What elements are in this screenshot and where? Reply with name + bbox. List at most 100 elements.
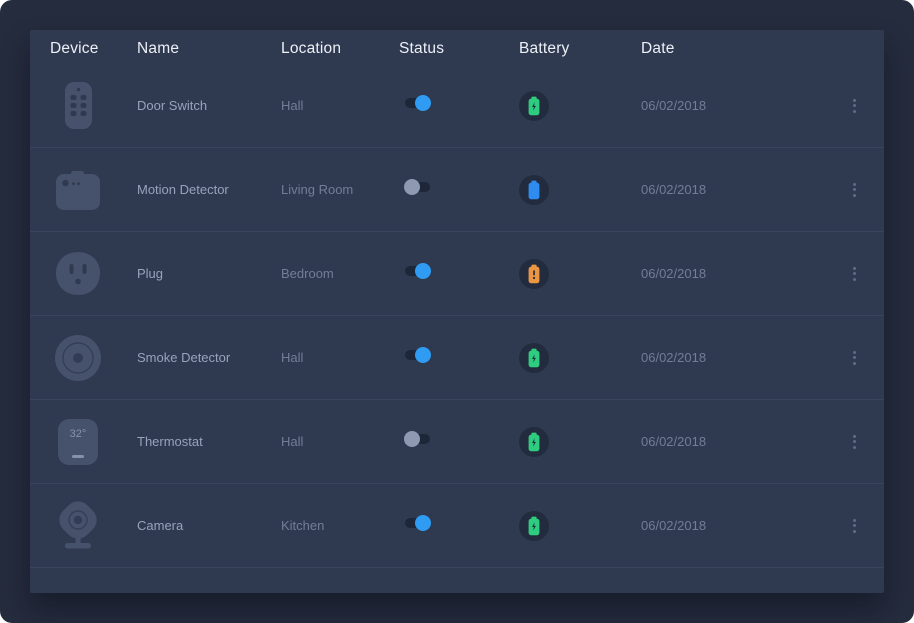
kebab-dot [853, 530, 856, 533]
table-row: Smoke Detector Hall 06/02/2018 [30, 316, 884, 400]
device-cell: 32° [50, 413, 137, 471]
battery-cell [519, 259, 641, 289]
battery-indicator [519, 511, 549, 541]
row-menu-button[interactable] [844, 430, 864, 454]
device-name: Camera [137, 518, 281, 533]
battery-cell [519, 343, 641, 373]
device-location: Bedroom [281, 266, 399, 281]
status-toggle[interactable] [404, 347, 431, 363]
kebab-dot [853, 194, 856, 197]
kebab-dot [853, 446, 856, 449]
battery-icon [527, 264, 541, 284]
battery-indicator [519, 259, 549, 289]
row-menu-button[interactable] [844, 346, 864, 370]
device-cell [50, 329, 137, 387]
status-toggle[interactable] [404, 431, 431, 447]
status-toggle[interactable] [404, 95, 431, 111]
device-location: Living Room [281, 182, 399, 197]
battery-indicator [519, 175, 549, 205]
kebab-dot [853, 267, 856, 270]
kebab-dot [853, 435, 856, 438]
table-row: 32° Thermostat Hall 06/02/2018 [30, 400, 884, 484]
kebab-dot [853, 440, 856, 443]
battery-cell [519, 511, 641, 541]
column-header-device: Device [50, 40, 137, 58]
status-toggle[interactable] [404, 263, 431, 279]
battery-indicator [519, 427, 549, 457]
device-location: Hall [281, 434, 399, 449]
device-date: 06/02/2018 [641, 518, 828, 533]
table-row: Camera Kitchen 06/02/2018 [30, 484, 884, 568]
app-window: Device Name Location Status Battery Date… [0, 0, 914, 623]
row-menu-button[interactable] [844, 514, 864, 538]
status-cell [399, 515, 519, 536]
row-menu-button[interactable] [844, 178, 864, 202]
device-cell [50, 161, 137, 219]
battery-icon [527, 348, 541, 368]
kebab-dot [853, 519, 856, 522]
toggle-knob [415, 263, 431, 279]
column-header-status: Status [399, 40, 519, 58]
device-name: Plug [137, 266, 281, 281]
battery-icon [527, 432, 541, 452]
kebab-dot [853, 278, 856, 281]
device-location: Hall [281, 350, 399, 365]
device-icon-box: 32° [50, 413, 106, 471]
kebab-dot [853, 99, 856, 102]
table-row: Motion Detector Living Room 06/02/2018 [30, 148, 884, 232]
device-table-panel: Device Name Location Status Battery Date… [30, 30, 884, 593]
status-toggle[interactable] [404, 515, 431, 531]
svg-text:32°: 32° [70, 428, 87, 440]
table-body: Door Switch Hall 06/02/2018 [30, 64, 884, 568]
kebab-dot [853, 524, 856, 527]
device-name: Motion Detector [137, 182, 281, 197]
device-date: 06/02/2018 [641, 350, 828, 365]
thermostat-icon: 32° [50, 413, 106, 471]
kebab-dot [853, 183, 856, 186]
device-name: Door Switch [137, 98, 281, 113]
battery-icon [527, 516, 541, 536]
kebab-dot [853, 104, 856, 107]
device-icon-box [50, 77, 106, 135]
status-cell [399, 431, 519, 452]
device-cell [50, 77, 137, 135]
table-row: Plug Bedroom 06/02/2018 [30, 232, 884, 316]
device-date: 06/02/2018 [641, 98, 828, 113]
kebab-dot [853, 362, 856, 365]
status-toggle[interactable] [404, 179, 431, 195]
device-icon-box [50, 497, 106, 555]
battery-icon [527, 96, 541, 116]
column-header-name: Name [137, 40, 281, 58]
table-row: Door Switch Hall 06/02/2018 [30, 64, 884, 148]
row-menu-button[interactable] [844, 94, 864, 118]
column-header-location: Location [281, 40, 399, 58]
device-location: Hall [281, 98, 399, 113]
status-cell [399, 95, 519, 116]
device-name: Thermostat [137, 434, 281, 449]
device-icon-box [50, 329, 106, 387]
battery-cell [519, 175, 641, 205]
device-cell [50, 497, 137, 555]
toggle-knob [415, 95, 431, 111]
device-name: Smoke Detector [137, 350, 281, 365]
toggle-knob [404, 179, 420, 195]
status-cell [399, 179, 519, 200]
toggle-knob [404, 431, 420, 447]
status-cell [399, 263, 519, 284]
toggle-knob [415, 347, 431, 363]
battery-indicator [519, 91, 549, 121]
toggle-knob [415, 515, 431, 531]
status-cell [399, 347, 519, 368]
battery-cell [519, 91, 641, 121]
column-header-date: Date [641, 40, 828, 58]
kebab-dot [853, 351, 856, 354]
camera-icon [50, 497, 106, 555]
battery-indicator [519, 343, 549, 373]
column-header-battery: Battery [519, 40, 641, 58]
device-icon-box [50, 161, 106, 219]
table-header: Device Name Location Status Battery Date [30, 30, 884, 64]
motion-detector-icon [50, 161, 106, 219]
device-icon-box [50, 245, 106, 303]
device-date: 06/02/2018 [641, 266, 828, 281]
row-menu-button[interactable] [844, 262, 864, 286]
